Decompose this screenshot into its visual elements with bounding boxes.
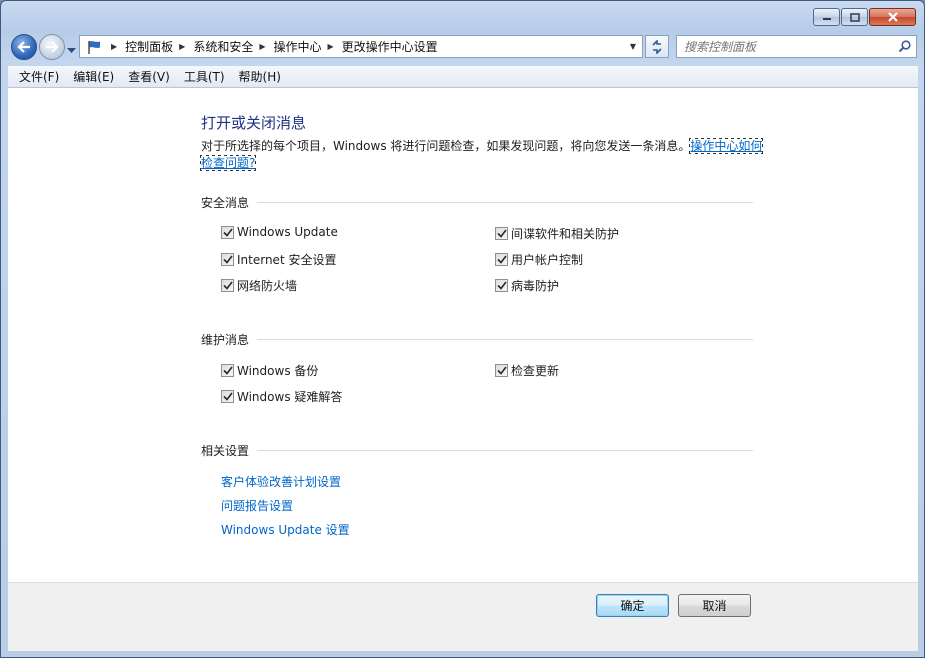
checkbox-label: 网络防火墙 [237,279,298,293]
problem-reporting-settings-link[interactable]: 问题报告设置 [221,497,293,514]
section-title: 维护消息 [201,333,250,347]
checkbox-label: 病毒防护 [511,279,560,293]
checkbox-check-icon[interactable] [495,364,508,377]
address-dropdown-icon[interactable]: ▼ [630,42,636,51]
breadcrumb-control-panel[interactable]: 控制面板 [125,38,173,55]
checkbox-label: Windows 疑难解答 [237,390,343,404]
checkbox-label: 用户帐户控制 [511,253,584,267]
caption-buttons [813,8,916,26]
checkbox-check-icon[interactable] [221,225,234,239]
section-title: 安全消息 [201,196,250,210]
page-title: 打开或关闭消息 [201,114,307,132]
security-messages-heading: 安全消息 [201,194,753,211]
checkbox-user-account-control[interactable]: 用户帐户控制 [495,251,583,268]
cancel-button[interactable]: 取消 [678,594,751,617]
checkbox-label: Windows 备份 [237,364,319,378]
menu-file[interactable]: 文件(F) [12,68,66,85]
checkbox-label: Internet 安全设置 [237,253,337,267]
recent-pages-dropdown[interactable] [67,43,76,57]
back-arrow-icon [17,41,30,53]
breadcrumb-action-center[interactable]: 操作中心 [274,38,322,55]
minimize-icon [822,18,831,20]
windows-update-settings-link[interactable]: Windows Update 设置 [221,521,350,538]
breadcrumb: ▶ 控制面板 ▶ 系统和安全 ▶ 操作中心 ▶ 更改操作中心设置 [105,38,438,55]
breadcrumb-current[interactable]: 更改操作中心设置 [342,38,438,55]
breadcrumb-system-security[interactable]: 系统和安全 [193,38,253,55]
breadcrumb-arrow-icon[interactable]: ▶ [328,42,334,51]
checkbox-check-updates[interactable]: 检查更新 [495,362,559,379]
page-description: 对于所选择的每个项目，Windows 将进行问题检查，如果发现问题，将向您发送一… [199,138,771,172]
checkbox-check-icon[interactable] [495,279,508,292]
address-bar[interactable]: ▶ 控制面板 ▶ 系统和安全 ▶ 操作中心 ▶ 更改操作中心设置 ▼ [79,35,643,58]
search-input[interactable] [684,39,894,54]
checkbox-check-icon[interactable] [221,390,234,403]
divider [257,202,753,203]
menu-tools[interactable]: 工具(T) [177,68,232,85]
checkbox-virus-protection[interactable]: 病毒防护 [495,277,559,294]
close-icon [887,12,898,22]
breadcrumb-arrow-icon: ▶ [111,42,118,51]
search-icon[interactable] [898,40,911,53]
checkbox-windows-update[interactable]: Windows Update [221,225,338,239]
ok-button[interactable]: 确定 [596,594,669,617]
checkbox-label: 间谍软件和相关防护 [511,227,620,241]
checkbox-windows-troubleshooting[interactable]: Windows 疑难解答 [221,388,342,405]
related-settings-heading: 相关设置 [201,442,753,459]
divider [257,450,753,451]
content-pane: 打开或关闭消息 对于所选择的每个项目，Windows 将进行问题检查，如果发现问… [8,88,918,582]
checkbox-network-firewall[interactable]: 网络防火墙 [221,277,297,294]
description-text: 对于所选择的每个项目，Windows 将进行问题检查，如果发现问题，将向您发送一… [201,139,691,153]
breadcrumb-arrow-icon[interactable]: ▶ [259,42,265,51]
checkbox-check-icon[interactable] [495,227,508,240]
refresh-icon [652,39,662,54]
menu-edit[interactable]: 编辑(E) [66,68,121,85]
back-button[interactable] [11,34,37,60]
maximize-button[interactable] [841,8,868,26]
window: ▶ 控制面板 ▶ 系统和安全 ▶ 操作中心 ▶ 更改操作中心设置 ▼ 文件(F)… [0,0,925,658]
minimize-button[interactable] [813,8,840,26]
menu-bar: 文件(F) 编辑(E) 查看(V) 工具(T) 帮助(H) [8,66,918,88]
dialog-footer: 确定 取消 [8,582,918,651]
search-box[interactable] [676,35,917,58]
ceip-settings-link[interactable]: 客户体验改善计划设置 [221,473,341,490]
maximize-icon [849,12,860,22]
section-title: 相关设置 [201,444,250,458]
checkbox-internet-security[interactable]: Internet 安全设置 [221,251,336,268]
checkbox-label: Windows Update [237,225,338,239]
menu-help[interactable]: 帮助(H) [232,68,288,85]
checkbox-check-icon[interactable] [221,364,234,377]
checkbox-label: 检查更新 [511,364,560,378]
checkbox-check-icon[interactable] [495,253,508,266]
forward-button[interactable] [39,34,65,60]
refresh-button[interactable] [645,35,669,58]
menu-view[interactable]: 查看(V) [121,68,177,85]
checkbox-check-icon[interactable] [221,279,234,292]
checkbox-windows-backup[interactable]: Windows 备份 [221,362,318,379]
checkbox-check-icon[interactable] [221,253,234,266]
close-button[interactable] [869,8,916,26]
maintenance-messages-heading: 维护消息 [201,331,753,348]
divider [257,339,753,340]
chevron-down-icon [67,48,76,53]
action-center-flag-icon [83,39,105,55]
breadcrumb-arrow-icon[interactable]: ▶ [179,42,185,51]
forward-arrow-icon [46,41,59,53]
checkbox-spyware-protection[interactable]: 间谍软件和相关防护 [495,225,619,242]
